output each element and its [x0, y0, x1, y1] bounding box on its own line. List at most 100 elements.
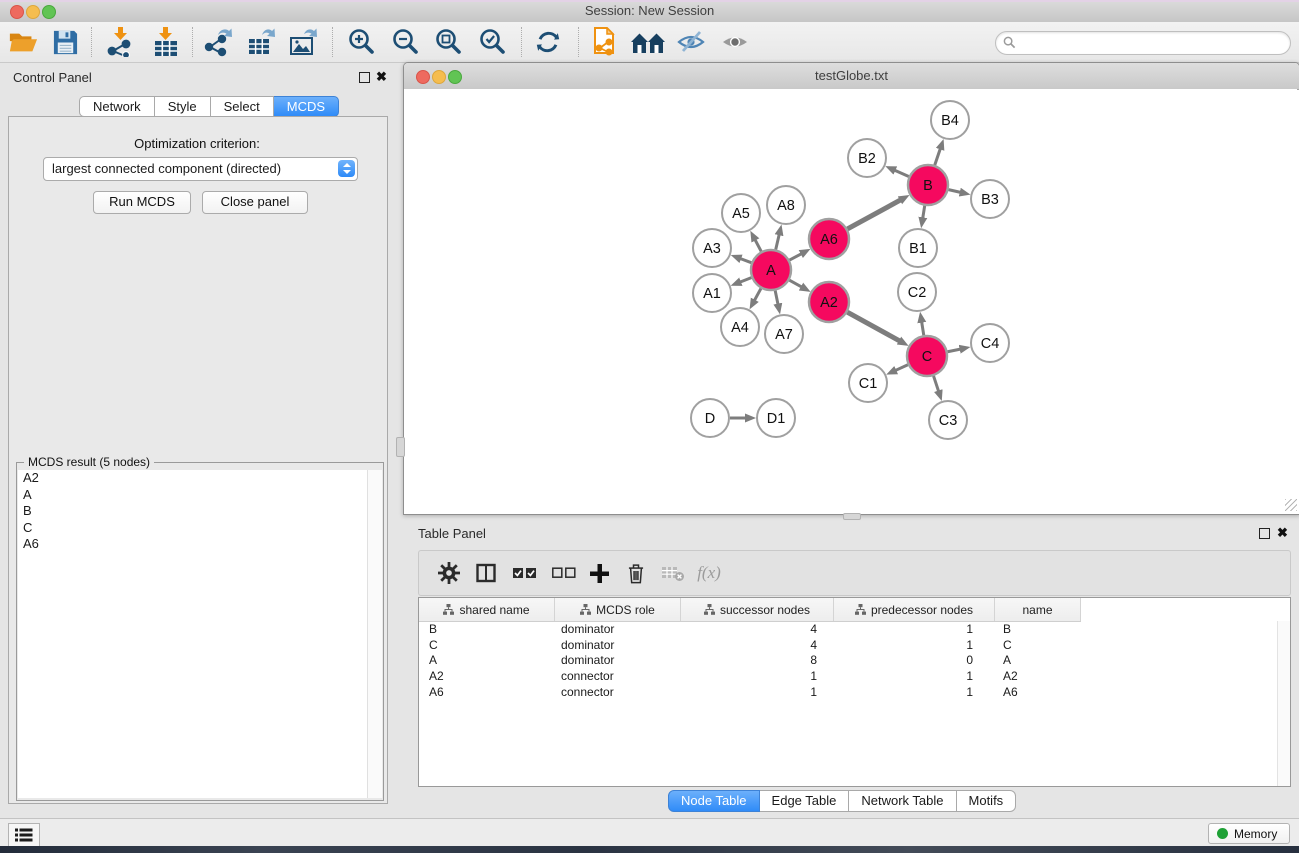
table-cell[interactable]: A2 [991, 669, 1076, 685]
table-cell[interactable]: B [991, 622, 1076, 638]
graph-node-C4[interactable]: C4 [971, 324, 1009, 362]
search-input[interactable] [995, 31, 1291, 55]
optimization-criterion-select[interactable]: largest connected component (directed) [43, 157, 358, 181]
graph-edge-A-A1[interactable] [739, 278, 751, 283]
memory-button[interactable]: Memory [1208, 823, 1290, 844]
graph-node-D[interactable]: D [691, 399, 729, 437]
graph-node-C[interactable]: C [907, 336, 947, 376]
graph-node-A7[interactable]: A7 [765, 315, 803, 353]
graph-node-B1[interactable]: B1 [899, 229, 937, 267]
table-cell[interactable]: 0 [831, 653, 991, 669]
column-header-predecessor-nodes[interactable]: predecessor nodes [834, 598, 995, 621]
table-cell[interactable]: connector [554, 685, 679, 701]
graph-node-A[interactable]: A [751, 250, 791, 290]
list-item[interactable]: A6 [18, 536, 367, 553]
table-row[interactable]: A2connector11A2 [419, 669, 1290, 685]
table-row[interactable]: Bdominator41B [419, 622, 1290, 638]
graph-edge-A-A4[interactable] [754, 288, 761, 301]
graph-edge-B-B4[interactable] [935, 147, 941, 165]
network-window-resize-grip[interactable] [1285, 499, 1297, 511]
export-network-icon[interactable] [200, 25, 238, 59]
table-cell[interactable]: 1 [831, 622, 991, 638]
close-table-panel-icon[interactable]: ✖ [1277, 527, 1288, 539]
graph-node-A8[interactable]: A8 [767, 186, 805, 224]
table-cell[interactable]: 1 [679, 669, 831, 685]
graph-edge-B-B3[interactable] [948, 190, 961, 193]
graph-edge-A-A2[interactable] [789, 280, 802, 287]
deselect-all-columns-icon[interactable] [546, 551, 582, 595]
graph-node-A4[interactable]: A4 [721, 308, 759, 346]
table-cell[interactable]: 4 [679, 622, 831, 638]
vertical-split-handle[interactable] [396, 437, 405, 457]
zoom-out-icon[interactable] [386, 25, 424, 59]
tab-style[interactable]: Style [155, 96, 211, 117]
graph-node-A3[interactable]: A3 [693, 229, 731, 267]
table-cell[interactable]: A [419, 653, 554, 669]
graph-edge-C-C1[interactable] [894, 365, 908, 371]
graph-node-B2[interactable]: B2 [848, 139, 886, 177]
add-column-icon[interactable] [581, 551, 617, 595]
graph-node-B3[interactable]: B3 [971, 180, 1009, 218]
refresh-layout-icon[interactable] [529, 25, 567, 59]
table-cell[interactable]: 8 [679, 653, 831, 669]
graph-edge-C-C4[interactable] [948, 349, 962, 352]
graph-node-A2[interactable]: A2 [809, 282, 849, 322]
table-scrollbar[interactable] [1277, 621, 1290, 786]
graph-edge-A6-B[interactable] [847, 199, 901, 229]
split-columns-icon[interactable] [468, 551, 504, 595]
close-panel-button[interactable]: Close panel [202, 191, 308, 214]
column-header-name[interactable]: name [995, 598, 1081, 621]
table-cell[interactable]: C [991, 638, 1076, 654]
float-table-panel-icon[interactable] [1259, 528, 1270, 541]
table-cell[interactable]: 1 [831, 685, 991, 701]
graph-edge-A-A6[interactable] [790, 253, 803, 260]
tab-network[interactable]: Network [79, 96, 155, 117]
table-cell[interactable]: A6 [419, 685, 554, 701]
task-history-button[interactable] [8, 823, 40, 847]
graph-edge-C-C2[interactable] [921, 321, 923, 336]
table-cell[interactable]: dominator [554, 653, 679, 669]
tab-mcds[interactable]: MCDS [274, 96, 339, 117]
graph-node-A1[interactable]: A1 [693, 274, 731, 312]
network-from-file-icon[interactable] [586, 25, 624, 59]
delete-column-icon[interactable] [618, 551, 654, 595]
graph-edge-A2-C[interactable] [847, 312, 900, 341]
list-item[interactable]: B [18, 503, 367, 520]
float-panel-icon[interactable] [359, 72, 370, 85]
import-network-icon[interactable] [102, 25, 140, 59]
column-header-successor-nodes[interactable]: successor nodes [681, 598, 834, 621]
table-row[interactable]: Adominator80A [419, 653, 1290, 669]
table-cell[interactable]: A [991, 653, 1076, 669]
graph-node-C3[interactable]: C3 [929, 401, 967, 439]
table-cell[interactable]: A2 [419, 669, 554, 685]
hide-selected-eye-icon[interactable] [672, 25, 710, 59]
zoom-in-icon[interactable] [342, 25, 380, 59]
table-cell[interactable]: 4 [679, 638, 831, 654]
run-mcds-button[interactable]: Run MCDS [93, 191, 191, 214]
export-image-icon[interactable] [284, 25, 322, 59]
table-cell[interactable]: 1 [831, 638, 991, 654]
close-panel-icon[interactable]: ✖ [376, 71, 387, 83]
result-list-scrollbar[interactable] [367, 470, 382, 798]
select-stepper-icon[interactable] [338, 160, 355, 177]
table-cell[interactable]: C [419, 638, 554, 654]
graph-edge-A-A8[interactable] [776, 233, 780, 249]
graph-node-B[interactable]: B [908, 165, 948, 205]
graph-node-C1[interactable]: C1 [849, 364, 887, 402]
column-header-mcds-role[interactable]: MCDS role [555, 598, 681, 621]
zoom-fit-icon[interactable] [429, 25, 467, 59]
graph-edge-A-A5[interactable] [755, 239, 762, 252]
table-cell[interactable]: 1 [679, 685, 831, 701]
table-row[interactable]: A6connector11A6 [419, 685, 1290, 701]
tab-network-table[interactable]: Network Table [849, 790, 956, 812]
tab-node-table[interactable]: Node Table [668, 790, 760, 812]
delete-table-icon[interactable] [655, 551, 691, 595]
graph-node-D1[interactable]: D1 [757, 399, 795, 437]
select-all-columns-icon[interactable] [507, 551, 543, 595]
show-all-eye-icon[interactable] [716, 25, 754, 59]
horizontal-split-handle[interactable] [843, 513, 861, 520]
graph-node-A6[interactable]: A6 [809, 219, 849, 259]
table-cell[interactable]: A6 [991, 685, 1076, 701]
home-icon[interactable] [629, 25, 667, 59]
tab-select[interactable]: Select [211, 96, 274, 117]
